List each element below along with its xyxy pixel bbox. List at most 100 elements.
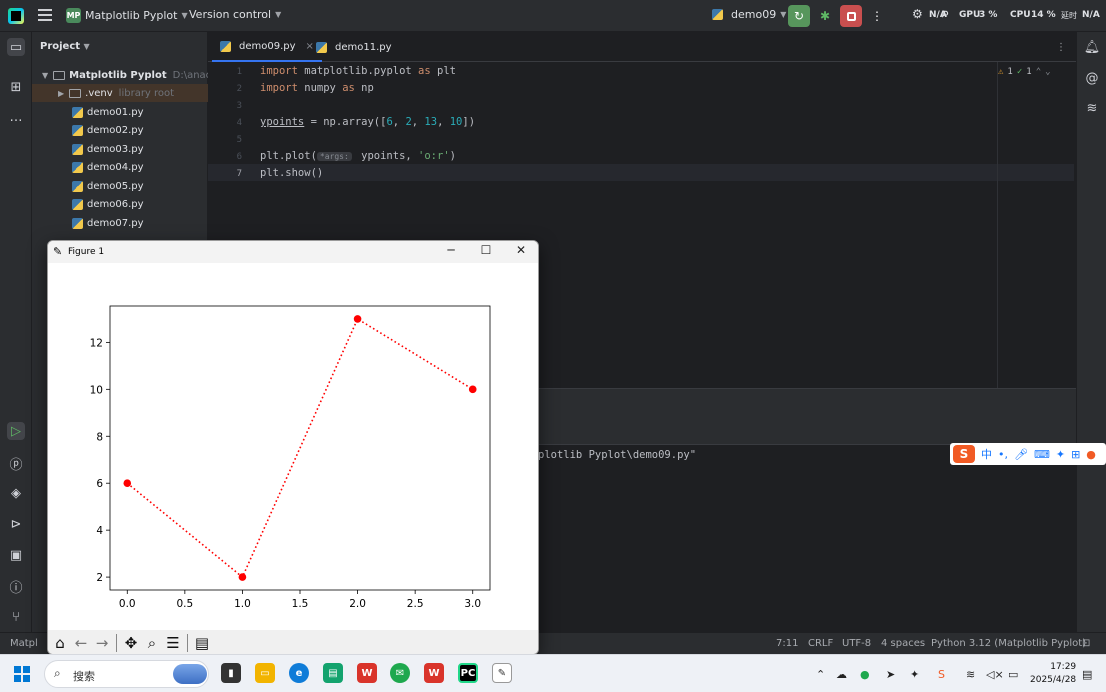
forward-icon[interactable]: → bbox=[93, 633, 111, 653]
configure-subplots-icon[interactable]: ☰ bbox=[164, 633, 182, 653]
ime-language[interactable]: 中 bbox=[981, 446, 992, 462]
git-icon[interactable]: ⑂ bbox=[7, 608, 25, 626]
more-actions-icon[interactable]: ⋮ bbox=[866, 5, 888, 27]
tree-file[interactable]: demo06.py bbox=[32, 195, 208, 213]
more-tools-icon[interactable]: … bbox=[7, 108, 25, 126]
edge-browser-icon[interactable]: e bbox=[289, 663, 309, 683]
python-file-icon bbox=[316, 41, 327, 53]
close-button[interactable]: ✕ bbox=[512, 243, 530, 257]
tab-options-icon[interactable]: ⋮ bbox=[1048, 32, 1074, 62]
chevron-up-icon[interactable]: ⌃ bbox=[1036, 67, 1041, 77]
microphone-icon[interactable]: 🎤︎ bbox=[1014, 448, 1028, 461]
tray-app-icon[interactable]: ✦ bbox=[910, 668, 919, 681]
terminal-icon[interactable]: ▣ bbox=[7, 546, 25, 564]
project-folder-icon[interactable]: ▭ bbox=[7, 38, 25, 56]
wps-office-icon[interactable]: W bbox=[424, 663, 444, 683]
latency-value: N/A bbox=[1082, 10, 1100, 20]
save-icon[interactable]: ▤ bbox=[193, 633, 211, 653]
run-tool-icon[interactable]: ▷ bbox=[7, 422, 25, 440]
task-view-icon[interactable]: ▮ bbox=[221, 663, 241, 683]
line-number: 4 bbox=[236, 118, 242, 128]
stop-button[interactable] bbox=[840, 5, 862, 27]
caret-position[interactable]: 7:11 bbox=[776, 638, 798, 649]
main-menu-icon[interactable] bbox=[38, 9, 52, 21]
version-control-menu[interactable]: Version control ▼ bbox=[189, 8, 281, 21]
clock[interactable]: 17:29 2025/4/28 bbox=[1030, 661, 1076, 687]
inspection-widget[interactable]: ⚠ 1 ✓ 1 ⌃ ⌄ bbox=[998, 67, 1051, 77]
structure-icon[interactable]: ⊞ bbox=[7, 78, 25, 96]
status-breadcrumb[interactable]: Matpl bbox=[10, 638, 38, 649]
python-figure-taskbar-icon[interactable]: ✎ bbox=[492, 663, 512, 683]
tree-file[interactable]: demo04.py bbox=[32, 158, 208, 176]
wechat-icon[interactable]: ✉ bbox=[390, 663, 410, 683]
maximize-button[interactable]: ☐ bbox=[477, 243, 495, 257]
tree-file[interactable]: demo03.py bbox=[32, 140, 208, 158]
home-icon[interactable]: ⌂ bbox=[51, 633, 69, 653]
problems-icon[interactable]: ⓘ bbox=[7, 577, 25, 596]
file-encoding[interactable]: UTF-8 bbox=[842, 638, 871, 649]
pycharm-taskbar-icon[interactable]: PC bbox=[458, 663, 478, 683]
tab-demo09[interactable]: demo09.py × bbox=[212, 32, 322, 62]
tree-venv[interactable]: ▶ .venv library root bbox=[32, 84, 208, 102]
tab-demo11[interactable]: demo11.py bbox=[308, 32, 400, 62]
rerun-button[interactable]: ↻ bbox=[788, 5, 810, 27]
send-icon[interactable]: ➤ bbox=[886, 668, 895, 681]
database-icon[interactable]: ≋ bbox=[1083, 99, 1101, 117]
tree-file[interactable]: demo02.py bbox=[32, 121, 208, 139]
ai-assistant-icon[interactable]: @ bbox=[1083, 69, 1101, 87]
minimize-button[interactable]: ─ bbox=[442, 243, 460, 257]
right-tool-strip: 🔔︎ @ ≋ bbox=[1076, 32, 1106, 632]
sogou-logo-icon[interactable]: S bbox=[953, 445, 975, 463]
project-panel-header[interactable]: Project ▼ bbox=[40, 41, 90, 52]
notifications-icon[interactable]: 🔔︎ bbox=[1083, 38, 1101, 56]
wps-app-icon[interactable]: W bbox=[357, 663, 377, 683]
tree-file[interactable]: demo05.py bbox=[32, 177, 208, 195]
ime-more-icon[interactable]: ● bbox=[1086, 448, 1096, 461]
file-explorer-icon[interactable]: ▭ bbox=[255, 663, 275, 683]
keyboard-icon[interactable]: ⌨ bbox=[1034, 448, 1050, 461]
run-config-selector[interactable]: demo09 ▼ bbox=[712, 8, 786, 21]
tray-overflow-icon[interactable]: ⌃ bbox=[816, 668, 825, 681]
python-console-icon[interactable]: ⓟ bbox=[7, 454, 25, 473]
code-text: ) bbox=[449, 150, 456, 162]
back-icon[interactable]: ← bbox=[72, 633, 90, 653]
indent-setting[interactable]: 4 spaces bbox=[881, 638, 925, 649]
tree-file[interactable]: demo07.py bbox=[32, 214, 208, 232]
tree-root[interactable]: ▼ Matplotlib Pyplot D:\anacond bbox=[32, 66, 208, 84]
pan-icon[interactable]: ✥ bbox=[122, 633, 140, 653]
python-packages-icon[interactable]: ◈ bbox=[7, 484, 25, 502]
ime-punctuation[interactable]: •, bbox=[998, 448, 1008, 461]
code-text: , bbox=[437, 116, 450, 128]
cpu-value: 14 % bbox=[1031, 10, 1056, 20]
skin-icon[interactable]: ✦ bbox=[1056, 448, 1065, 461]
x-tick-label: 1.0 bbox=[234, 598, 251, 610]
notification-center-icon[interactable]: ▤ bbox=[1082, 668, 1092, 681]
wifi-icon[interactable]: ≋ bbox=[966, 668, 975, 681]
zoom-icon[interactable]: ⌕ bbox=[143, 633, 161, 653]
volume-icon[interactable]: ◁× bbox=[986, 668, 1004, 681]
toolbox-icon[interactable]: ⊞ bbox=[1071, 448, 1080, 461]
windows-start-icon[interactable] bbox=[14, 666, 30, 682]
line-separator[interactable]: CRLF bbox=[808, 638, 833, 649]
project-switcher[interactable]: MP Matplotlib Pyplot ▼ bbox=[66, 8, 188, 23]
sogou-tray-icon[interactable]: S bbox=[938, 668, 945, 681]
figure-title-bar[interactable]: ✎ Figure 1 ─ ☐ ✕ bbox=[48, 241, 538, 263]
cloud-icon[interactable]: ☁ bbox=[836, 668, 847, 681]
pycharm-logo-icon[interactable] bbox=[8, 8, 24, 24]
lock-icon[interactable]: ⊡ bbox=[1082, 638, 1090, 649]
chevron-down-icon[interactable]: ⌄ bbox=[1045, 67, 1050, 77]
root-folder-name: Matplotlib Pyplot bbox=[69, 69, 167, 81]
file-name: demo05.py bbox=[87, 180, 144, 192]
interpreter-selector[interactable]: Python 3.12 (Matplotlib Pyplot) bbox=[931, 638, 1086, 649]
battery-icon[interactable]: ▭ bbox=[1008, 668, 1018, 681]
tree-file[interactable]: demo01.py bbox=[32, 103, 208, 121]
debug-button[interactable]: ✱ bbox=[814, 5, 836, 27]
code-text: ]) bbox=[462, 116, 476, 128]
search-icon[interactable]: ⌕ bbox=[942, 6, 949, 21]
services-icon[interactable]: ⊳ bbox=[7, 515, 25, 533]
plot-canvas[interactable]: 0.0 0.5 1.0 1.5 2.0 2.5 3.0 2 4 6 8 10 12 bbox=[48, 263, 538, 630]
taskbar-search[interactable]: ⌕ 搜索 bbox=[44, 660, 209, 688]
right-margin-guide bbox=[997, 62, 998, 388]
wechat-tray-icon[interactable]: ● bbox=[860, 668, 870, 681]
store-app-icon[interactable]: ▤ bbox=[323, 663, 343, 683]
